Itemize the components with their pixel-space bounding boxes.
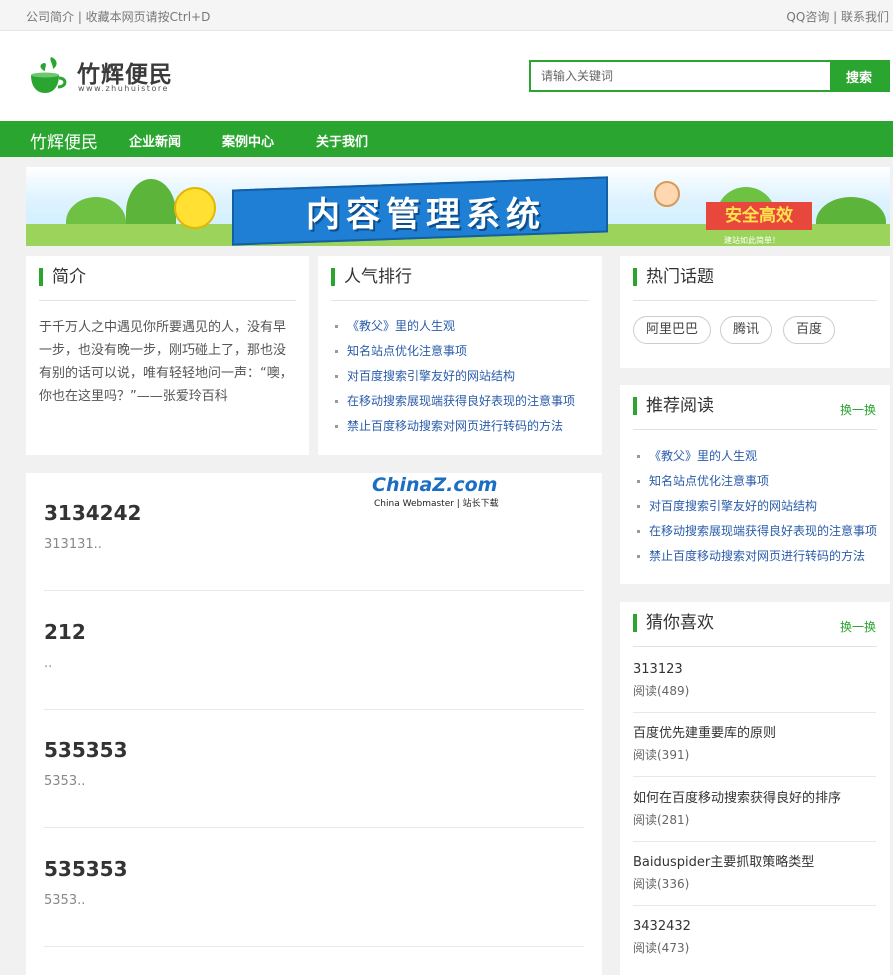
read-count: 阅读(473) [633,941,690,955]
topics-title: 热门话题 [633,268,714,286]
list-item[interactable]: 知名站点优化注意事项 [637,469,880,494]
divider [44,827,584,828]
post-title[interactable]: 3134242 [44,501,141,525]
divider [633,712,876,713]
chinaz-watermark: ChinaZ.com China Webmaster | 站长下载 [372,474,517,510]
nav-item-cases[interactable]: 案例中心 [222,131,274,150]
nav-item-about[interactable]: 关于我们 [316,131,368,150]
top-links-right[interactable]: QQ咨询 | 联系我们 [786,8,889,25]
post-title[interactable]: 535353 [44,857,128,881]
divider [331,300,589,301]
list-item[interactable]: 《教父》里的人生观 [335,314,593,339]
guess-item-title[interactable]: 3432432 [633,917,876,937]
banner-tag: 安全高效 [706,202,812,230]
recommend-card: 推荐阅读 换一换 《教父》里的人生观 知名站点优化注意事项 对百度搜索引擎友好的… [620,385,890,584]
watermark-subtitle: China Webmaster | 站长下载 [374,499,499,509]
list-item[interactable]: 《教父》里的人生观 [637,444,880,469]
nav-item-news[interactable]: 企业新闻 [129,131,181,150]
post-list: 3134242 313131.. 212 .. 535353 5353.. 53… [26,473,602,975]
nav-home[interactable]: 竹辉便民 [30,128,98,153]
recommend-title: 推荐阅读 [633,397,714,415]
list-item[interactable]: 禁止百度移动搜索对网页进行转码的方法 [335,414,593,439]
post-summary: 313131.. [44,537,102,552]
intro-title: 简介 [39,268,86,286]
chick-illustration [174,187,216,229]
divider [633,429,877,430]
top-bar: 公司简介 | 收藏本网页请按Ctrl+D QQ咨询 | 联系我们 [0,0,893,31]
post-title[interactable]: 535353 [44,738,128,762]
popular-list: 《教父》里的人生观 知名站点优化注意事项 对百度搜索引擎友好的网站结构 在移动搜… [335,314,593,439]
list-item[interactable]: 禁止百度移动搜索对网页进行转码的方法 [637,544,880,569]
list-item[interactable]: 在移动搜索展现端获得良好表现的注意事项 [637,519,880,544]
list-item[interactable]: 3432432 阅读(473) [633,917,876,957]
recommend-list: 《教父》里的人生观 知名站点优化注意事项 对百度搜索引擎友好的网站结构 在移动搜… [637,444,880,569]
post-title[interactable]: 212 [44,620,86,644]
divider [633,905,876,906]
logo-subtitle: www.zhuhuistore [78,84,169,93]
popular-card: 人气排行 《教父》里的人生观 知名站点优化注意事项 对百度搜索引擎友好的网站结构… [318,256,602,455]
post-summary: .. [44,656,53,671]
list-item[interactable]: 知名站点优化注意事项 [335,339,593,364]
divider [633,841,876,842]
refresh-link[interactable]: 换一换 [840,618,876,635]
topic-tag[interactable]: 阿里巴巴 [633,316,712,344]
read-count: 阅读(391) [633,748,690,762]
teacup-icon [31,57,67,93]
guess-item-title[interactable]: 如何在百度移动搜索获得良好的排序 [633,789,876,809]
divider [44,946,584,947]
divider [44,709,584,710]
banner-headline: 内容管理系统 [306,195,546,235]
guess-item-title[interactable]: Baiduspider主要抓取策略类型 [633,853,876,873]
watermark-logo: ChinaZ.com [372,474,498,496]
topic-tag[interactable]: 百度 [783,316,836,344]
list-item[interactable]: 对百度搜索引擎友好的网站结构 [637,494,880,519]
list-item[interactable]: 百度优先建重要库的原则 阅读(391) [633,724,876,764]
read-count: 阅读(489) [633,684,690,698]
list-item[interactable]: 313123 阅读(489) [633,660,876,700]
list-item[interactable]: 如何在百度移动搜索获得良好的排序 阅读(281) [633,789,876,829]
divider [44,590,584,591]
kid-illustration [654,181,680,207]
guess-card: 猜你喜欢 换一换 313123 阅读(489) 百度优先建重要库的原则 阅读(3… [620,602,890,975]
topic-tag[interactable]: 腾讯 [720,316,773,344]
read-count: 阅读(281) [633,813,690,827]
guess-title: 猜你喜欢 [633,614,714,632]
search-input[interactable] [531,62,831,90]
list-item[interactable]: 在移动搜索展现端获得良好表现的注意事项 [335,389,593,414]
popular-title: 人气排行 [331,268,412,286]
post-summary: 5353.. [44,893,86,908]
search-box: 搜索 [529,60,890,92]
read-count: 阅读(336) [633,877,690,891]
main-nav: 竹辉便民 企业新闻 案例中心 关于我们 [0,121,893,157]
site-logo[interactable]: 竹辉便民 www.zhuhuistore [27,53,187,99]
topics-card: 热门话题 阿里巴巴 腾讯 百度 [620,256,890,368]
intro-text: 于千万人之中遇见你所要遇见的人，没有早一步，也没有晚一步，刚巧碰上了，那也没有别… [39,320,293,404]
banner-caption: 建站如此简单！ [724,236,780,245]
guess-item-title[interactable]: 百度优先建重要库的原则 [633,724,876,744]
refresh-link[interactable]: 换一换 [840,401,876,418]
banner[interactable]: 内容管理系统 安全高效 建站如此简单！ [26,167,890,246]
post-summary: 5353.. [44,774,86,789]
guess-item-title[interactable]: 313123 [633,660,876,680]
intro-card: 简介 于千万人之中遇见你所要遇见的人，没有早一步，也没有晚一步，刚巧碰上了，那也… [26,256,309,455]
search-button[interactable]: 搜索 [830,62,888,90]
top-links-left[interactable]: 公司简介 | 收藏本网页请按Ctrl+D [26,8,210,25]
list-item[interactable]: Baiduspider主要抓取策略类型 阅读(336) [633,853,876,893]
divider [633,300,877,301]
divider [633,776,876,777]
list-item[interactable]: 对百度搜索引擎友好的网站结构 [335,364,593,389]
divider [633,646,877,647]
header: 竹辉便民 www.zhuhuistore 搜索 [0,31,893,121]
divider [39,300,296,301]
